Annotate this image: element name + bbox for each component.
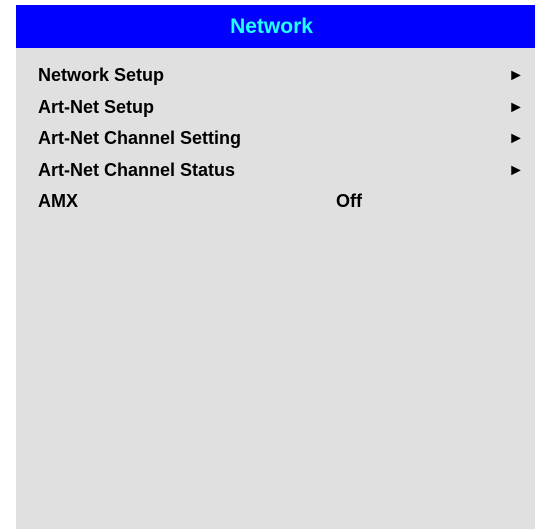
osd-menu-panel: Network Network Setup ► Art-Net Setup ► … bbox=[16, 5, 535, 529]
amx-value[interactable]: Off bbox=[336, 186, 362, 218]
menu-item-label: Art-Net Setup bbox=[38, 96, 154, 117]
menu-item-label: AMX bbox=[38, 191, 78, 211]
menu-list: Network Setup ► Art-Net Setup ► Art-Net … bbox=[16, 48, 535, 218]
menu-item-label: Art-Net Channel Status bbox=[38, 159, 236, 180]
menu-item-art-net-channel-status[interactable]: Art-Net Channel Status ► bbox=[16, 155, 535, 187]
menu-item-network-setup[interactable]: Network Setup ► bbox=[16, 60, 535, 92]
menu-item-art-net-channel-setting[interactable]: Art-Net Channel Setting ► bbox=[16, 123, 535, 155]
arrow-right-icon: ► bbox=[508, 98, 524, 116]
menu-item-label: Network Setup bbox=[38, 65, 165, 85]
arrow-right-icon: ► bbox=[508, 161, 524, 179]
menu-title: Network bbox=[230, 14, 313, 38]
arrow-right-icon: ► bbox=[508, 67, 524, 84]
menu-item-amx[interactable]: AMX Off bbox=[16, 186, 535, 218]
menu-title-bar: Network bbox=[16, 5, 535, 48]
arrow-right-icon: ► bbox=[508, 130, 524, 147]
menu-item-art-net-setup[interactable]: Art-Net Setup ► bbox=[16, 92, 535, 124]
menu-item-label: Art-Net Channel Setting bbox=[38, 128, 242, 148]
